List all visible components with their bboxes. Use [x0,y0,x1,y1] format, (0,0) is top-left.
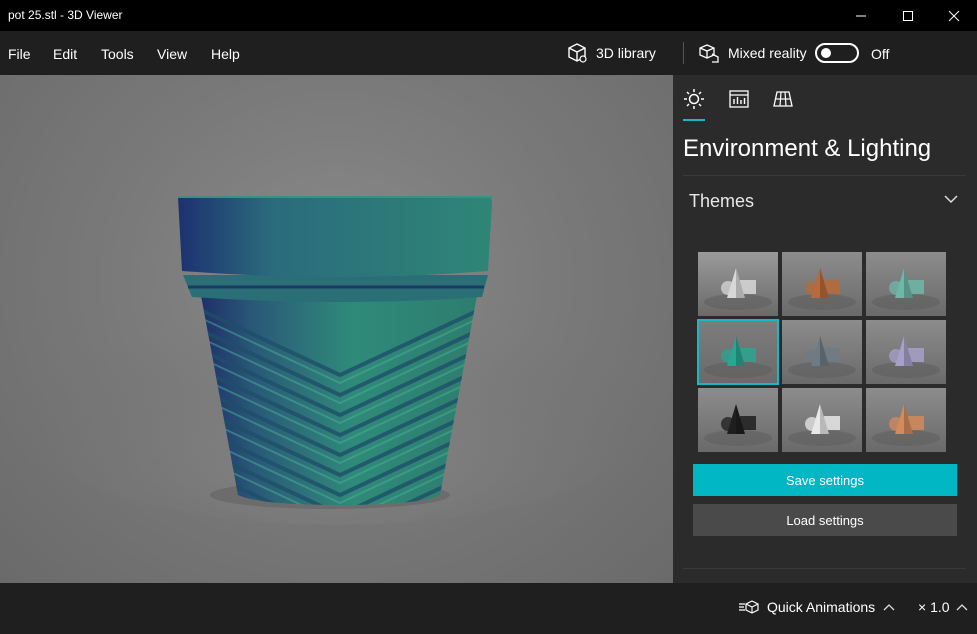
mixed-reality-toggle[interactable] [815,43,859,63]
3d-library-label: 3D library [596,45,656,61]
theme-preview [704,268,772,310]
quick-animations-label: Quick Animations [767,599,876,615]
theme-preview [872,404,940,446]
3d-viewport[interactable] [0,75,673,583]
theme-preview [788,336,856,378]
save-settings-button[interactable]: Save settings [693,464,957,496]
chevron-up-icon [883,604,895,611]
theme-white[interactable] [782,388,862,452]
speed-label: × 1.0 [918,599,950,615]
pot-model [6,196,666,525]
theme-preview [704,336,772,378]
theme-light-gray[interactable] [698,252,778,316]
theme-dark-orange[interactable] [782,252,862,316]
theme-lavender[interactable] [866,320,946,384]
toolbar-divider [683,42,684,64]
maximize-button[interactable] [885,0,931,31]
animation-cube-icon [739,600,759,614]
theme-dark[interactable] [698,388,778,452]
theme-preview [788,268,856,310]
mixed-reality-icon [699,44,719,63]
close-button[interactable] [931,0,977,31]
theme-preview [704,404,772,446]
theme-preview [788,404,856,446]
tab-stats[interactable] [727,87,751,111]
menu-bar: File Edit Tools View Help 3D library Mix… [0,31,977,75]
title-bar: pot 25.stl - 3D Viewer [0,0,977,31]
menu-file[interactable]: File [8,46,31,62]
grid-icon [773,91,793,107]
tab-grid[interactable] [771,87,795,111]
3d-library-button[interactable]: 3D library [566,41,656,65]
active-tab-indicator [683,119,705,121]
speed-selector[interactable]: × 1.0 [918,599,968,615]
quick-animations-button[interactable]: Quick Animations [739,599,895,615]
theme-grid [697,252,948,452]
themes-label: Themes [689,191,755,211]
minimize-icon [856,15,866,16]
theme-teal[interactable] [697,319,779,385]
stats-icon [729,90,749,108]
themes-expander[interactable]: Themes [683,175,966,223]
load-settings-button[interactable]: Load settings [693,504,957,536]
close-icon [948,10,960,21]
chevron-down-icon [944,195,958,204]
tab-environment[interactable] [682,87,706,111]
menu-help[interactable]: Help [211,46,240,62]
minimize-button[interactable] [838,0,884,31]
mixed-reality-label: Mixed reality [728,45,807,61]
cube-icon [568,43,587,63]
theme-sunset[interactable] [866,388,946,452]
window-title: pot 25.stl - 3D Viewer [8,8,123,22]
theme-slate[interactable] [782,320,862,384]
theme-preview [872,336,940,378]
sun-icon [684,89,704,109]
menu-tools[interactable]: Tools [101,46,134,62]
maximize-icon [903,10,913,21]
bottom-bar: Quick Animations × 1.0 [0,583,977,634]
mixed-reality: Mixed reality [698,41,807,65]
panel-divider [683,568,966,569]
theme-teal-light[interactable] [866,252,946,316]
menu-view[interactable]: View [157,46,187,62]
mixed-reality-state: Off [871,46,890,62]
panel-title: Environment & Lighting [683,135,932,162]
theme-preview [872,268,940,310]
toggle-knob [821,48,831,58]
menu-edit[interactable]: Edit [53,46,77,62]
chevron-up-icon [956,604,967,611]
